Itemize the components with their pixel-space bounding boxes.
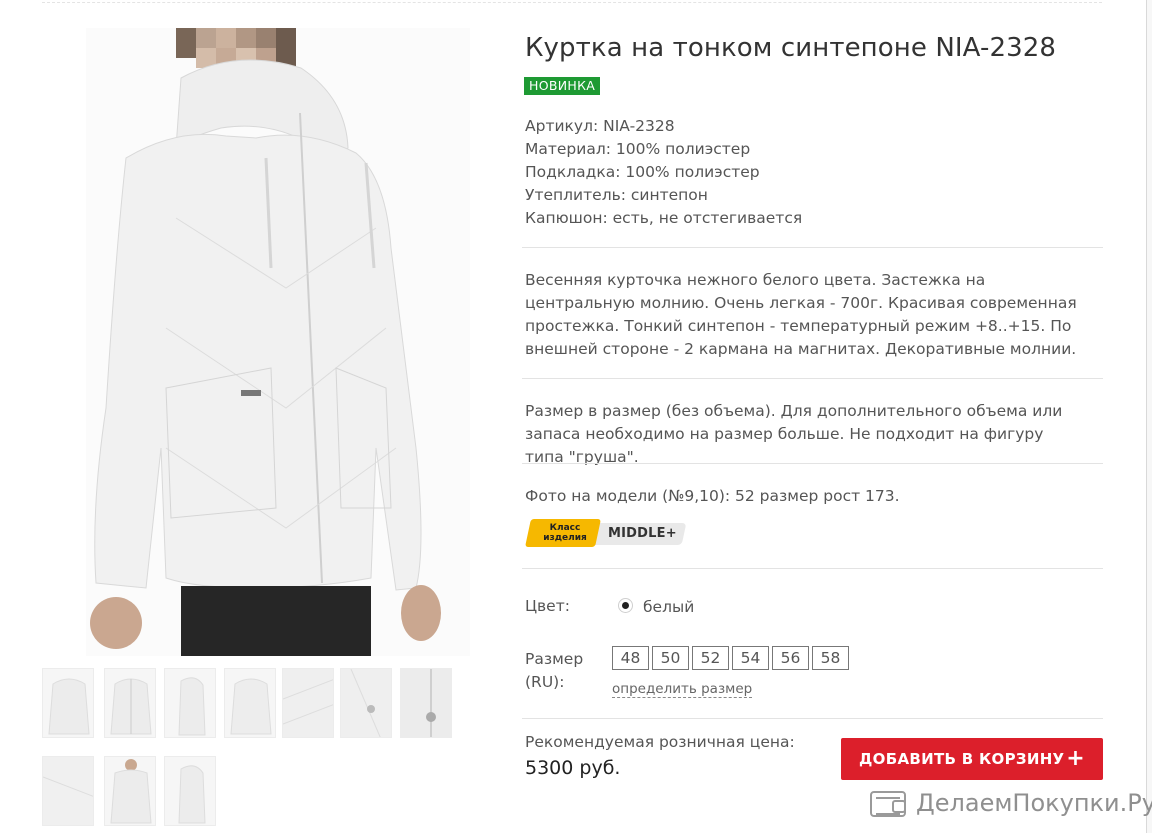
main-product-photo[interactable] [86, 28, 470, 656]
price-value: 5300 руб. [525, 757, 621, 779]
class-badge-label: Класс изделия [534, 523, 596, 543]
add-to-cart-label: ДОБАВИТЬ В КОРЗИНУ [859, 750, 1065, 768]
divider [522, 568, 1103, 569]
product-title: Куртка на тонком синтепоне NIA-2328 [525, 33, 1057, 63]
thumbnail-6[interactable] [340, 668, 392, 738]
product-class-badge: Класс изделия MIDDLE+ [525, 517, 688, 549]
thumbnail-10[interactable] [164, 756, 216, 826]
size-option-54[interactable]: 54 [732, 646, 769, 670]
color-radio-white[interactable] [618, 598, 633, 613]
product-description: Весенняя курточка нежного белого цвета. … [525, 271, 1077, 358]
spec-lining: Подкладка: 100% полиэстер [525, 163, 760, 181]
new-badge: НОВИНКА [524, 77, 601, 95]
thumbnail-3[interactable] [164, 668, 216, 738]
price-label: Рекомендуемая розничная цена: [525, 733, 795, 751]
class-badge-value: MIDDLE+ [608, 526, 677, 541]
spec-article: Артикул: NIA-2328 [525, 117, 675, 135]
watermark-text: ДелаемПокупки.Ру [916, 789, 1152, 817]
thumbnail-2[interactable] [104, 668, 156, 738]
divider [522, 463, 1103, 464]
color-label: Цвет: [525, 597, 570, 615]
color-option-label[interactable]: белый [643, 598, 694, 616]
spec-insulation: Утеплитель: синтепон [525, 186, 708, 204]
size-note: Размер в размер (без объема). Для дополн… [525, 402, 1063, 466]
class-badge-label-line2: изделия [543, 533, 587, 543]
size-label-line1: Размер [525, 650, 584, 668]
thumbnail-8[interactable] [42, 756, 94, 826]
jacket-photo-illustration [86, 28, 470, 656]
add-to-cart-button[interactable]: ДОБАВИТЬ В КОРЗИНУ + [841, 738, 1103, 780]
site-watermark: ДелаемПокупки.Ру [870, 789, 1152, 819]
size-guide-link[interactable]: определить размер [612, 681, 753, 698]
thumbnail-5[interactable] [282, 668, 334, 738]
divider [522, 378, 1103, 379]
plus-icon: + [1066, 746, 1085, 771]
thumbnail-4[interactable] [224, 668, 276, 738]
size-option-52[interactable]: 52 [692, 646, 729, 670]
size-label: Размер (RU): [525, 648, 583, 694]
product-specs: Артикул: NIA-2328 Материал: 100% полиэст… [525, 115, 1105, 230]
thumbnail-7[interactable] [400, 668, 452, 738]
thumbnail-1[interactable] [42, 668, 94, 738]
divider [522, 247, 1103, 248]
class-badge-label-line1: Класс [549, 523, 581, 533]
thumbnail-9[interactable] [104, 756, 156, 826]
top-divider [42, 2, 1102, 3]
spec-material: Материал: 100% полиэстер [525, 140, 751, 158]
size-option-58[interactable]: 58 [812, 646, 849, 670]
size-label-line2: (RU): [525, 673, 565, 691]
wallet-icon [870, 791, 906, 817]
size-option-48[interactable]: 48 [612, 646, 649, 670]
model-note: Фото на модели (№9,10): 52 размер рост 1… [525, 487, 900, 505]
size-option-50[interactable]: 50 [652, 646, 689, 670]
divider [522, 718, 1103, 719]
spec-hood: Капюшон: есть, не отстегивается [525, 209, 803, 227]
page-scrollbar[interactable] [1146, 0, 1152, 833]
size-option-56[interactable]: 56 [772, 646, 809, 670]
